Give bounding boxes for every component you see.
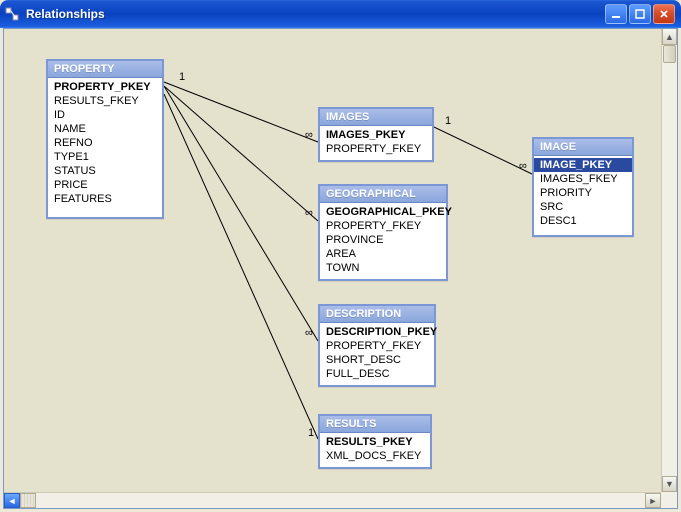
field[interactable]: DESCRIPTION_PKEY <box>326 325 428 339</box>
cardinality-label: ∞ <box>304 327 314 339</box>
table-description[interactable]: DESCRIPTIONDESCRIPTION_PKEYPROPERTY_FKEY… <box>318 304 436 387</box>
field-list: PROPERTY_PKEYRESULTS_FKEYIDNAMEREFNOTYPE… <box>48 78 162 210</box>
field[interactable]: AREA <box>326 247 440 261</box>
table-header[interactable]: IMAGE <box>534 139 632 156</box>
cardinality-label: ∞ <box>304 207 314 219</box>
table-header[interactable]: GEOGRAPHICAL <box>320 186 446 203</box>
vertical-scroll-thumb[interactable] <box>663 45 676 63</box>
table-images[interactable]: IMAGESIMAGES_PKEYPROPERTY_FKEY <box>318 107 434 162</box>
field[interactable]: TOWN <box>326 261 440 275</box>
table-header[interactable]: IMAGES <box>320 109 432 126</box>
field[interactable]: PROPERTY_FKEY <box>326 339 428 353</box>
client-area: PROPERTYPROPERTY_PKEYRESULTS_FKEYIDNAMER… <box>3 28 678 509</box>
field[interactable]: IMAGES_FKEY <box>540 172 626 186</box>
table-geographical[interactable]: GEOGRAPHICALGEOGRAPHICAL_PKEYPROPERTY_FK… <box>318 184 448 281</box>
vertical-scroll-track[interactable] <box>662 45 677 476</box>
cardinality-label: 1 <box>444 115 452 127</box>
diagram-canvas[interactable]: PROPERTYPROPERTY_PKEYRESULTS_FKEYIDNAMER… <box>4 29 661 492</box>
field[interactable]: RESULTS_PKEY <box>326 435 424 449</box>
nav-selector-button[interactable] <box>20 493 36 508</box>
minimize-button[interactable] <box>605 4 627 24</box>
field[interactable]: GEOGRAPHICAL_PKEY <box>326 205 440 219</box>
field[interactable]: PRIORITY <box>540 186 626 200</box>
field[interactable]: REFNO <box>54 136 156 150</box>
field[interactable]: NAME <box>54 122 156 136</box>
field-list: DESCRIPTION_PKEYPROPERTY_FKEYSHORT_DESCF… <box>320 323 434 385</box>
close-button[interactable] <box>653 4 675 24</box>
field[interactable]: DESC1 <box>540 214 626 228</box>
table-property[interactable]: PROPERTYPROPERTY_PKEYRESULTS_FKEYIDNAMER… <box>46 59 164 219</box>
cardinality-label: 1 <box>307 427 315 439</box>
scroll-down-button[interactable]: ▼ <box>662 476 677 492</box>
scroll-right-button[interactable]: ► <box>645 493 661 508</box>
field[interactable]: TYPE1 <box>54 150 156 164</box>
field[interactable]: PRICE <box>54 178 156 192</box>
field[interactable]: STATUS <box>54 164 156 178</box>
field[interactable]: SRC <box>540 200 626 214</box>
field[interactable]: PROPERTY_FKEY <box>326 142 426 156</box>
field-list: IMAGES_PKEYPROPERTY_FKEY <box>320 126 432 160</box>
window-titlebar[interactable]: Relationships <box>0 0 681 28</box>
cardinality-label: ∞ <box>304 129 314 141</box>
field-list: IMAGE_PKEYIMAGES_FKEYPRIORITYSRCDESC1 <box>534 156 632 232</box>
field[interactable]: PROPERTY_PKEY <box>54 80 156 94</box>
table-header[interactable]: PROPERTY <box>48 61 162 78</box>
relationships-icon <box>4 6 20 22</box>
scroll-up-button[interactable]: ▲ <box>662 29 677 45</box>
table-header[interactable]: DESCRIPTION <box>320 306 434 323</box>
field-list: GEOGRAPHICAL_PKEYPROPERTY_FKEYPROVINCEAR… <box>320 203 446 279</box>
field[interactable]: RESULTS_FKEY <box>54 94 156 108</box>
window-title: Relationships <box>26 7 605 21</box>
field[interactable]: ID <box>54 108 156 122</box>
field[interactable]: FULL_DESC <box>326 367 428 381</box>
maximize-button[interactable] <box>629 4 651 24</box>
scroll-corner <box>661 492 677 508</box>
scroll-left-button[interactable]: ◄ <box>4 493 20 508</box>
field[interactable]: FEATURES <box>54 192 156 206</box>
field[interactable]: XML_DOCS_FKEY <box>326 449 424 463</box>
table-results[interactable]: RESULTSRESULTS_PKEYXML_DOCS_FKEY <box>318 414 432 469</box>
table-image[interactable]: IMAGEIMAGE_PKEYIMAGES_FKEYPRIORITYSRCDES… <box>532 137 634 237</box>
horizontal-scrollbar[interactable]: ◄ ► <box>4 492 661 508</box>
field[interactable]: SHORT_DESC <box>326 353 428 367</box>
cardinality-label: ∞ <box>518 160 528 172</box>
cardinality-label: 1 <box>178 71 186 83</box>
field[interactable]: PROPERTY_FKEY <box>326 219 440 233</box>
vertical-scrollbar[interactable]: ▲ ▼ <box>661 29 677 492</box>
field[interactable]: IMAGES_PKEY <box>326 128 426 142</box>
field-list: RESULTS_PKEYXML_DOCS_FKEY <box>320 433 430 467</box>
field[interactable]: IMAGE_PKEY <box>534 158 632 172</box>
field[interactable]: PROVINCE <box>326 233 440 247</box>
table-header[interactable]: RESULTS <box>320 416 430 433</box>
